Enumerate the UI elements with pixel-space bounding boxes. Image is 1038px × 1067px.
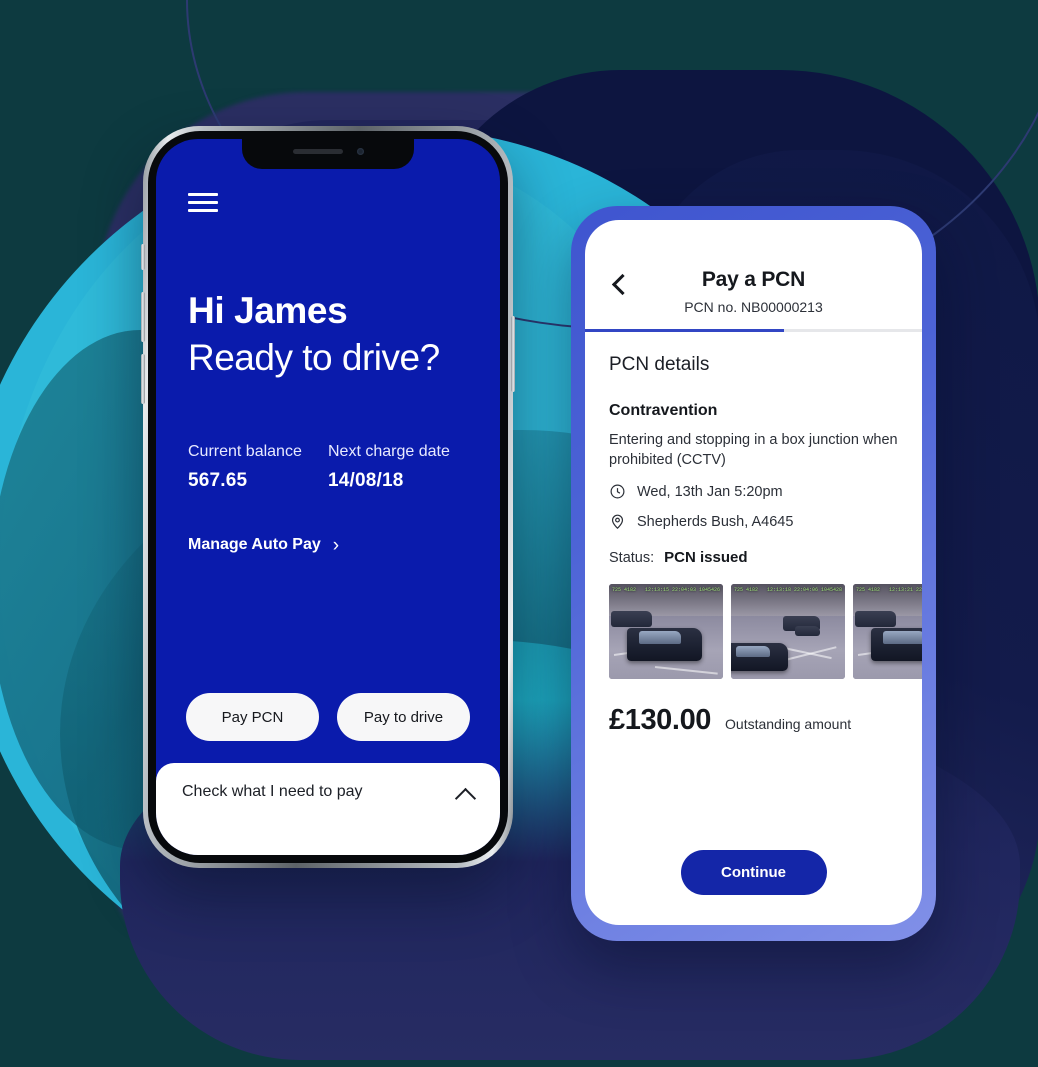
section-title: PCN details <box>609 354 710 375</box>
pcn-header: Pay a PCN PCN no. NB00000213 <box>585 220 922 329</box>
thumb-background-car <box>794 625 820 637</box>
pay-to-drive-button[interactable]: Pay to drive <box>337 693 470 741</box>
power-button[interactable] <box>511 316 515 392</box>
illustration-canvas: Hi James Ready to drive? Current balance… <box>0 0 1038 1067</box>
cctv-thumbnail-3[interactable]: 725 4182 12:13:21 22:04:09 1045430 <box>853 584 922 679</box>
hamburger-menu-icon[interactable] <box>188 193 218 212</box>
thumb-offending-car <box>731 642 788 672</box>
back-chevron-icon[interactable] <box>609 274 629 294</box>
phone-notch <box>242 139 414 169</box>
thumb-osd-left: 725 4182 <box>734 587 759 593</box>
volume-down-button[interactable] <box>141 354 145 404</box>
stat-value: 567.65 <box>188 469 248 491</box>
thumb-car-window <box>736 645 771 658</box>
volume-up-button[interactable] <box>141 292 145 342</box>
contravention-datetime: Wed, 13th Jan 5:20pm <box>609 483 898 500</box>
mute-switch[interactable] <box>141 244 145 270</box>
thumb-background-car <box>855 610 897 627</box>
thumb-osd-right: 12:13:18 22:04:06 1045428 <box>766 587 842 593</box>
hamburger-bar <box>188 201 218 204</box>
thumb-car-window <box>639 631 681 645</box>
stat-value: 14/08/18 <box>328 469 404 491</box>
greeting-heading: Hi James <box>188 290 348 331</box>
home-action-buttons: Pay PCN Pay to drive <box>156 693 500 763</box>
pay-pcn-button[interactable]: Pay PCN <box>186 693 319 741</box>
thumb-offending-car <box>871 627 922 661</box>
thumb-osd-left: 725 4182 <box>612 587 637 593</box>
continue-button[interactable]: Continue <box>680 850 827 895</box>
greeting-subheading: Ready to drive? <box>188 337 440 379</box>
thumb-background-car <box>611 610 653 627</box>
outstanding-amount-value: £130.00 <box>609 704 712 736</box>
status-label: Status: <box>609 550 655 566</box>
pcn-footer: Continue <box>585 850 922 925</box>
thumb-osd-left: 725 4182 <box>856 587 881 593</box>
contravention-heading: Contravention <box>609 402 718 419</box>
hamburger-bar <box>188 209 218 212</box>
account-stats: Current balance 567.65 Next charge date … <box>188 443 468 492</box>
contravention-description: Entering and stopping in a box junction … <box>609 432 898 468</box>
page-title: Pay a PCN <box>701 268 806 291</box>
chevron-up-icon[interactable] <box>456 785 474 803</box>
stat-label: Next charge date <box>328 442 450 460</box>
stat-next-charge-date: Next charge date 14/08/18 <box>328 443 468 492</box>
outstanding-amount-row: £130.00 Outstanding amount <box>609 704 898 737</box>
cctv-thumbnail-2[interactable]: 725 4182 12:13:18 22:04:06 1045428 <box>731 584 845 679</box>
manage-auto-pay-link[interactable]: Manage Auto Pay › <box>188 536 339 555</box>
outstanding-amount-label: Outstanding amount <box>725 716 852 732</box>
status-row: Status: PCN issued <box>609 549 898 566</box>
sheet-label: Check what I need to pay <box>182 783 363 800</box>
thumb-osd-right: 12:13:15 22:04:03 1045426 <box>644 587 720 593</box>
map-pin-icon <box>611 514 624 530</box>
phone-left-screen: Hi James Ready to drive? Current balance… <box>156 139 500 855</box>
phone-mockup-right: Pay a PCN PCN no. NB00000213 PCN details… <box>571 206 936 941</box>
stat-label: Current balance <box>188 442 302 460</box>
pcn-number: PCN no. NB00000213 <box>684 299 823 315</box>
check-what-i-need-to-pay-sheet[interactable]: Check what I need to pay <box>156 763 500 855</box>
clock-icon <box>610 484 625 499</box>
phone-right-screen: Pay a PCN PCN no. NB00000213 PCN details… <box>585 220 922 925</box>
evidence-thumbnail-list[interactable]: 725 4182 12:13:15 22:04:03 1045426 725 4… <box>609 584 922 679</box>
thumb-osd-right: 12:13:21 22:04:09 1045430 <box>888 587 922 593</box>
earpiece-speaker-icon <box>292 148 343 154</box>
thumb-car-window <box>883 631 922 645</box>
hamburger-bar <box>188 193 218 196</box>
pcn-details-body: PCN details Contravention Entering and s… <box>585 332 922 850</box>
manage-auto-pay-label: Manage Auto Pay <box>188 536 321 554</box>
front-camera-icon <box>356 147 364 155</box>
chevron-right-icon: › <box>332 534 340 556</box>
home-screen-content: Hi James Ready to drive? Current balance… <box>156 139 500 763</box>
stat-current-balance: Current balance 567.65 <box>188 443 328 492</box>
thumb-offending-car <box>627 627 703 661</box>
phone-mockup-left: Hi James Ready to drive? Current balance… <box>141 126 515 868</box>
contravention-location-text: Shepherds Bush, A4645 <box>637 513 794 530</box>
status-badge: PCN issued <box>664 549 748 566</box>
cctv-thumbnail-1[interactable]: 725 4182 12:13:15 22:04:03 1045426 <box>609 584 723 679</box>
contravention-datetime-text: Wed, 13th Jan 5:20pm <box>637 483 783 500</box>
contravention-location: Shepherds Bush, A4645 <box>609 513 898 530</box>
